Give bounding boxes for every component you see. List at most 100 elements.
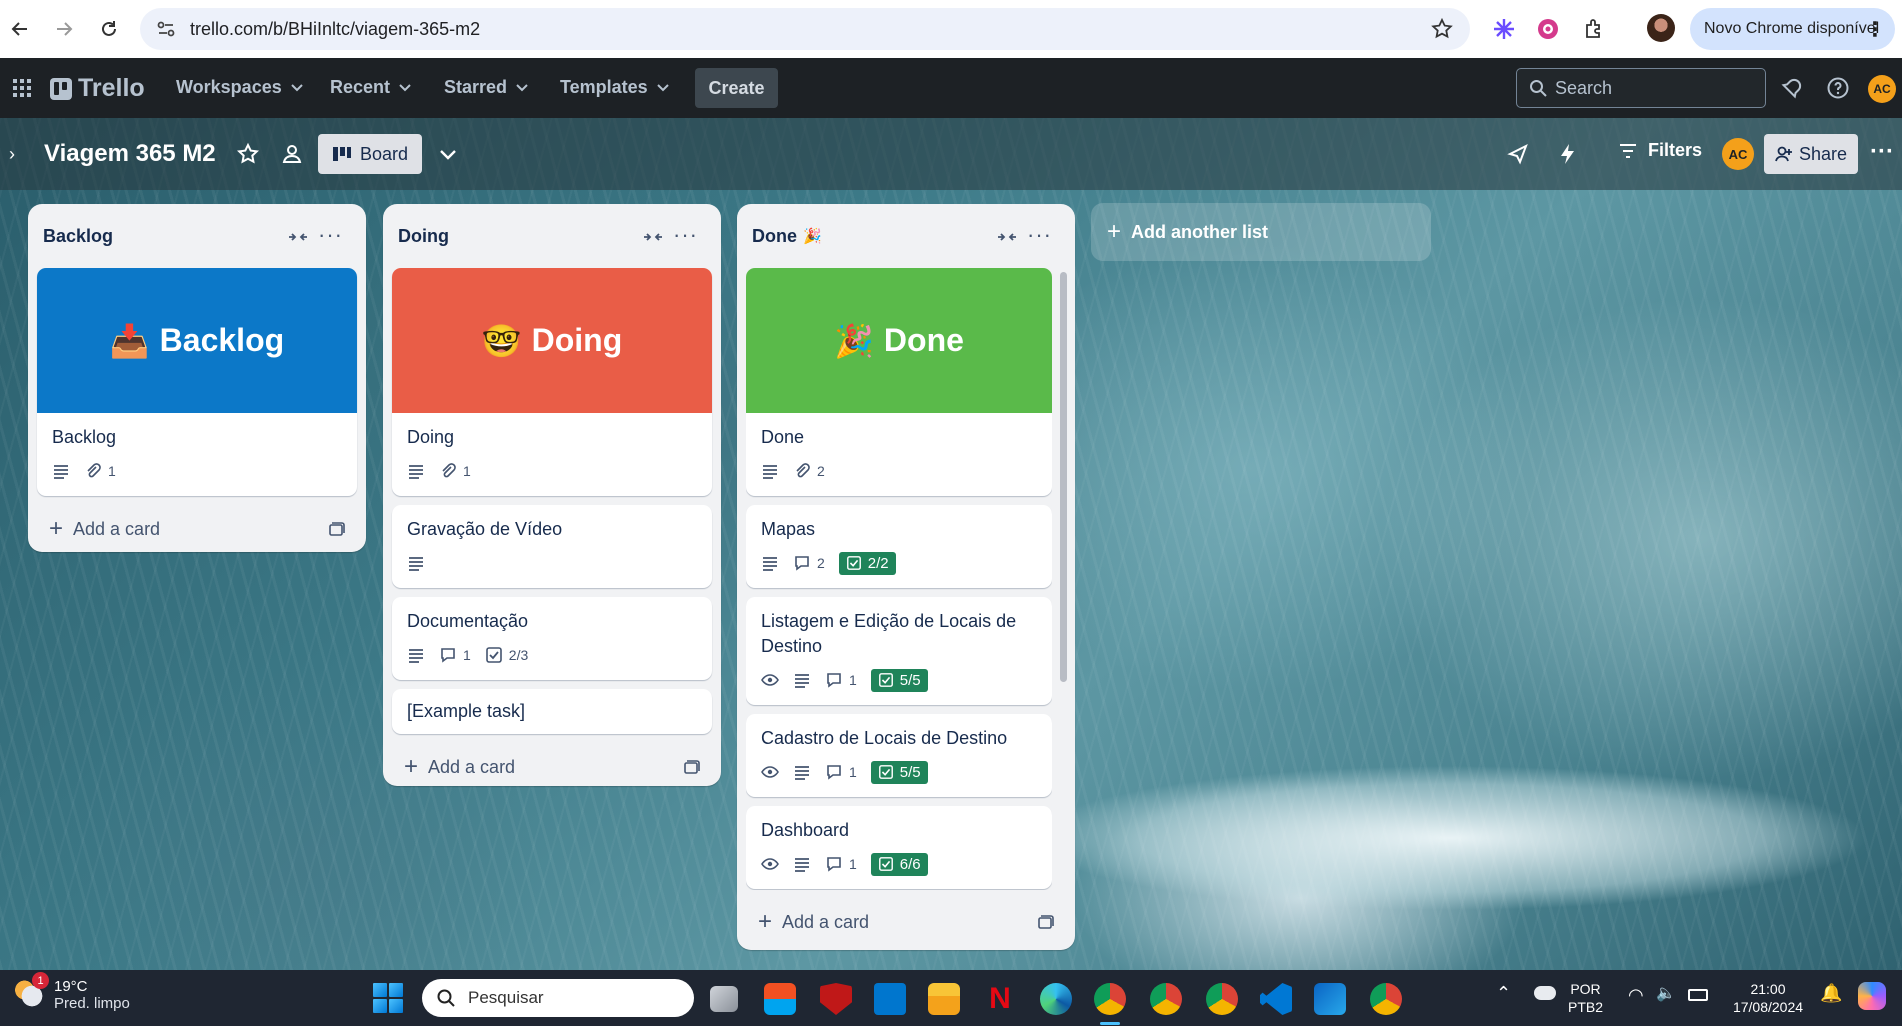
file-explorer-icon[interactable] <box>928 983 960 1015</box>
board-view-button[interactable]: Board <box>318 134 422 174</box>
visibility-members-icon[interactable] <box>280 142 304 166</box>
board-member-avatar[interactable]: AC <box>1722 138 1754 170</box>
filters-button[interactable]: Filters <box>1618 140 1702 161</box>
battery-icon[interactable] <box>1688 989 1708 1001</box>
windows-start-icon[interactable] <box>373 983 403 1013</box>
extensions-puzzle-icon[interactable] <box>1580 15 1608 43</box>
taskbar-search-input[interactable]: Pesquisar <box>422 979 694 1017</box>
power-ups-rocket-icon[interactable] <box>1506 142 1530 166</box>
chrome-profile-4-icon[interactable] <box>1370 983 1402 1015</box>
vscode-icon[interactable] <box>1260 983 1292 1015</box>
notifications-bell-icon[interactable]: 🔔 <box>1820 984 1842 1002</box>
chrome-profile-3-icon[interactable] <box>1206 983 1238 1015</box>
list-header[interactable]: Done 🎉 ··· <box>746 204 1066 268</box>
card-cover-doing[interactable]: 🤓 Doing Doing 1 <box>392 268 712 496</box>
wifi-icon[interactable]: ◠ <box>1628 986 1644 1004</box>
card-cover-done[interactable]: 🎉 Done Done 2 <box>746 268 1052 496</box>
list-header[interactable]: Doing ··· <box>392 204 712 268</box>
chrome-update-button[interactable]: Novo Chrome disponível ⋮ <box>1690 8 1895 50</box>
notifications-icon[interactable] <box>1780 76 1804 100</box>
board-menu-more-icon[interactable]: ··· <box>1870 138 1894 166</box>
help-icon[interactable] <box>1826 76 1850 100</box>
description-icon <box>795 766 809 780</box>
more-vertical-icon[interactable]: ⋮ <box>1865 17 1885 42</box>
microsoft-store-icon[interactable] <box>764 983 796 1015</box>
share-button[interactable]: Share <box>1764 134 1858 174</box>
language-indicator[interactable]: POR PTB2 <box>1568 980 1603 1016</box>
card[interactable]: Documentação 1 2/3 <box>392 597 712 680</box>
paperclip-icon <box>442 463 456 478</box>
add-card-button[interactable]: + Add a card <box>392 743 712 791</box>
list-cards-scroll[interactable]: 🎉 Done Done 2 Mapas 2 2/2 Listagem e Edi… <box>746 268 1052 890</box>
create-button[interactable]: Create <box>695 68 778 108</box>
copilot-icon[interactable] <box>1858 982 1886 1010</box>
url-text[interactable]: trello.com/b/BHiInltc/viagem-365-m2 <box>190 19 480 40</box>
list-title[interactable]: Backlog <box>43 226 113 247</box>
card-template-icon[interactable] <box>682 758 700 776</box>
extension-sparkle-icon[interactable] <box>1490 15 1518 43</box>
list-actions-menu-icon[interactable]: ··· <box>1027 222 1052 248</box>
list-actions-menu-icon[interactable]: ··· <box>318 222 343 248</box>
card[interactable]: Mapas 2 2/2 <box>746 505 1052 588</box>
list-actions-menu-icon[interactable]: ··· <box>673 222 698 248</box>
search-input[interactable]: Search <box>1516 68 1766 108</box>
list-title[interactable]: Done 🎉 <box>752 226 822 247</box>
outlook-icon[interactable] <box>1314 983 1346 1015</box>
chrome-profile-1-icon[interactable] <box>1094 983 1126 1015</box>
account-avatar[interactable]: AC <box>1868 75 1896 103</box>
weather-widget[interactable]: 1 19°C Pred. limpo <box>14 972 130 1012</box>
site-settings-icon[interactable] <box>154 17 178 41</box>
view-switcher-chevron-down-icon[interactable] <box>436 142 460 166</box>
add-another-list-button[interactable]: + Add another list <box>1091 203 1431 261</box>
show-hidden-icons-chevron-icon[interactable]: ⌃ <box>1496 984 1511 1002</box>
forward-button[interactable] <box>51 16 77 42</box>
task-view-icon[interactable] <box>710 986 738 1012</box>
dell-icon[interactable] <box>874 983 906 1015</box>
automation-bolt-icon[interactable] <box>1556 142 1580 166</box>
collapse-list-icon[interactable] <box>996 226 1018 248</box>
address-bar[interactable]: trello.com/b/BHiInltc/viagem-365-m2 <box>140 8 1470 50</box>
board-title[interactable]: Viagem 365 M2 <box>44 140 216 168</box>
back-button[interactable] <box>7 16 33 42</box>
menu-recent[interactable]: Recent <box>330 77 412 98</box>
comments-count: 1 <box>849 764 857 780</box>
menu-workspaces[interactable]: Workspaces <box>176 77 304 98</box>
description-icon <box>763 465 777 479</box>
collapse-list-icon[interactable] <box>642 226 664 248</box>
card-title: Listagem e Edição de Locais de Destino <box>761 611 1017 656</box>
collapse-list-icon[interactable] <box>287 226 309 248</box>
arrow-right-icon <box>57 22 73 36</box>
onedrive-cloud-icon[interactable] <box>1534 986 1556 1000</box>
edge-icon[interactable] <box>1040 983 1072 1015</box>
list-scrollbar[interactable] <box>1058 262 1068 890</box>
bookmark-star-icon[interactable] <box>1430 17 1454 41</box>
trello-logo[interactable]: Trello <box>50 74 145 103</box>
profile-avatar[interactable] <box>1647 14 1675 42</box>
card[interactable]: Listagem e Edição de Locais de Destino 1… <box>746 597 1052 705</box>
card-template-icon[interactable] <box>327 520 345 538</box>
card[interactable]: Cadastro de Locais de Destino 1 5/5 <box>746 714 1052 797</box>
card-template-icon[interactable] <box>1036 913 1054 931</box>
reload-button[interactable] <box>96 16 122 42</box>
add-card-button[interactable]: + Add a card <box>746 898 1066 946</box>
chrome-profile-2-icon[interactable] <box>1150 983 1182 1015</box>
list-title[interactable]: Doing <box>398 226 449 247</box>
sidebar-toggle-chevron-icon[interactable]: › <box>0 142 24 166</box>
menu-starred[interactable]: Starred <box>444 77 529 98</box>
app-switcher-icon[interactable] <box>12 78 32 98</box>
star-board-icon[interactable] <box>236 142 260 166</box>
card[interactable]: Gravação de Vídeo <box>392 505 712 588</box>
description-icon <box>763 557 777 571</box>
add-card-button[interactable]: + Add a card <box>37 505 357 553</box>
scrollbar-thumb[interactable] <box>1060 272 1067 682</box>
netflix-icon[interactable]: N <box>984 983 1016 1015</box>
mcafee-icon[interactable] <box>820 983 852 1015</box>
clock[interactable]: 21:00 17/08/2024 <box>1724 980 1812 1016</box>
card[interactable]: Dashboard 1 6/6 <box>746 806 1052 889</box>
volume-icon[interactable]: 🔈 <box>1656 985 1676 1003</box>
card-cover-backlog[interactable]: 📥 Backlog Backlog 1 <box>37 268 357 496</box>
card[interactable]: [Example task] <box>392 689 712 734</box>
list-header[interactable]: Backlog ··· <box>37 204 357 268</box>
extension-pink-icon[interactable] <box>1534 15 1562 43</box>
menu-templates[interactable]: Templates <box>560 77 670 98</box>
